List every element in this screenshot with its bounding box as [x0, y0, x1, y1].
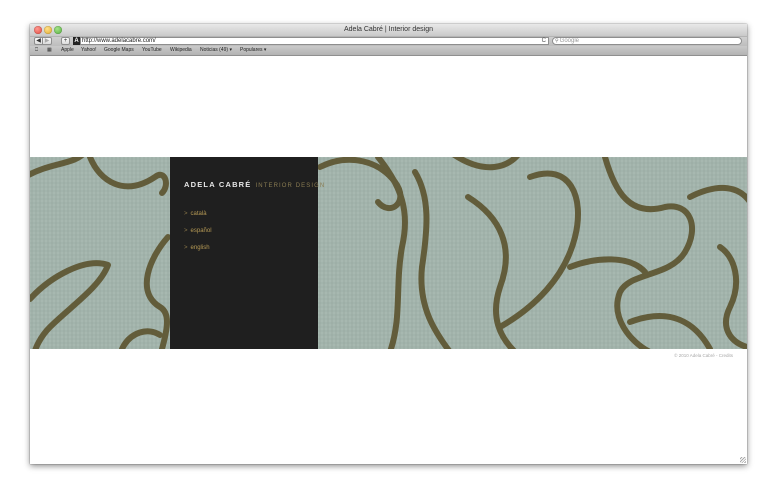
- search-field[interactable]: ⚲Google: [552, 37, 742, 45]
- language-link-catala[interactable]: > català: [184, 210, 212, 227]
- bookmark-menu-item[interactable]: Populares ▾: [240, 46, 266, 55]
- language-label: español: [190, 228, 212, 234]
- bookmark-item[interactable]: YouTube: [142, 46, 162, 55]
- language-link-espanol[interactable]: > español: [184, 227, 212, 244]
- address-bar[interactable]: http://www.adelacabre.com/ C: [80, 37, 549, 45]
- window-title: Adela Cabré | Interior design: [344, 26, 433, 33]
- browser-window: Adela Cabré | Interior design ◀ ▶ + A ht…: [30, 24, 747, 464]
- top-sites-grid-icon[interactable]: ▦: [47, 48, 52, 53]
- site-brand[interactable]: ADELA CABRÉ INTERIOR DESIGN: [184, 174, 325, 192]
- bookmark-menu-item[interactable]: Noticias (49) ▾: [200, 46, 232, 55]
- brand-name: ADELA CABRÉ: [184, 180, 252, 189]
- reading-list-icon[interactable]: ⎕: [35, 48, 38, 53]
- chevron-right-icon: >: [184, 211, 188, 217]
- site-menu-panel: ADELA CABRÉ INTERIOR DESIGN > català > espa…: [170, 157, 324, 349]
- chevron-right-icon: >: [184, 228, 188, 234]
- language-menu: > català > español > english: [184, 210, 212, 261]
- fabric-pattern-image: [30, 157, 747, 349]
- language-label: english: [190, 245, 210, 251]
- browser-toolbar: ◀ ▶ + A http://www.adelacabre.com/ C ⚲Go…: [30, 37, 747, 46]
- language-label: català: [190, 211, 207, 217]
- bookmark-item[interactable]: Apple: [61, 46, 74, 55]
- back-button[interactable]: ◀: [34, 37, 43, 45]
- search-icon: ⚲: [555, 38, 559, 44]
- hero-fabric-image: ADELA CABRÉ INTERIOR DESIGN > català > espa…: [30, 157, 747, 349]
- language-link-english[interactable]: > english: [184, 244, 212, 261]
- brand-tagline: INTERIOR DESIGN: [255, 183, 326, 189]
- window-resize-grip[interactable]: [740, 457, 746, 463]
- copyright-notice[interactable]: © 2010 Adela Cabré - Credits: [674, 353, 733, 358]
- url-text: http://www.adelacabre.com/: [82, 38, 156, 44]
- bookmarks-bar: ⎕ ▦ Apple Yahoo! Google Maps YouTube Wik…: [30, 46, 747, 56]
- add-bookmark-button[interactable]: +: [61, 37, 70, 45]
- search-placeholder: Google: [559, 38, 580, 44]
- site-favicon-icon: A: [73, 37, 80, 45]
- bookmark-item[interactable]: Wikipedia: [170, 46, 192, 55]
- bookmark-item[interactable]: Yahoo!: [81, 46, 96, 55]
- title-bar[interactable]: Adela Cabré | Interior design: [30, 24, 747, 37]
- reload-icon[interactable]: C: [542, 38, 546, 44]
- forward-button[interactable]: ▶: [43, 37, 52, 45]
- bookmark-item[interactable]: Google Maps: [104, 46, 134, 55]
- web-page: ADELA CABRÉ INTERIOR DESIGN > català > espa…: [30, 56, 747, 464]
- chevron-right-icon: >: [184, 245, 188, 251]
